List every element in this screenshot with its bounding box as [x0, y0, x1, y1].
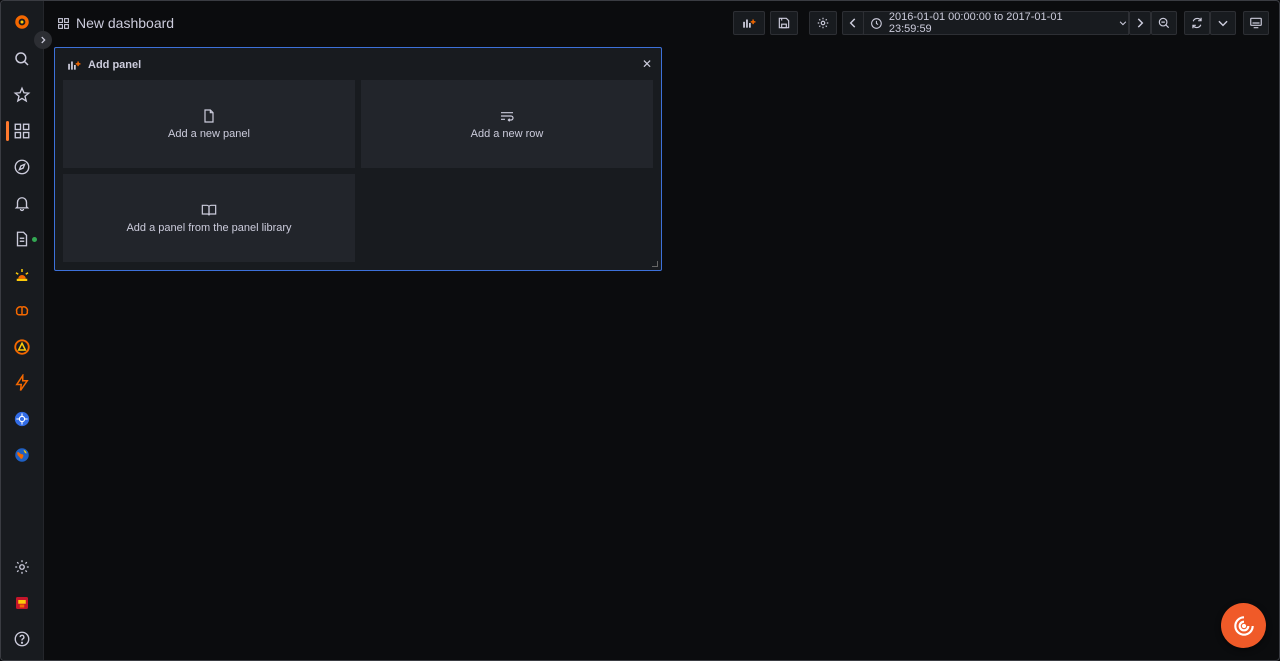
close-icon[interactable]: ✕	[641, 57, 653, 71]
grafana-spiral-icon	[1233, 615, 1254, 636]
refresh-button[interactable]	[1184, 11, 1210, 35]
resize-handle[interactable]	[652, 261, 658, 267]
chevron-left-icon	[849, 18, 856, 28]
globe-icon[interactable]	[9, 442, 35, 468]
dashboard-settings-button[interactable]	[809, 11, 837, 35]
star-icon[interactable]	[9, 82, 35, 108]
assistant-button[interactable]	[1221, 603, 1266, 648]
add-new-row-option[interactable]: Add a new row	[361, 80, 653, 168]
chevron-down-icon	[1218, 20, 1228, 27]
status-dot	[32, 237, 37, 242]
add-panel-button[interactable]	[733, 11, 765, 35]
app-window: New dashboard 2016-01-01 00:00:00 to 201…	[0, 0, 1280, 661]
save-icon	[778, 17, 790, 29]
sidebar	[1, 1, 44, 660]
apps-icon[interactable]	[9, 118, 35, 144]
add-new-panel-option[interactable]: Add a new panel	[63, 80, 355, 168]
add-panel-widget: Add panel ✕ Add a new panel Add a new ro…	[54, 47, 662, 271]
refresh-interval-dropdown[interactable]	[1210, 11, 1236, 35]
apps-icon	[58, 17, 69, 29]
avatar-icon[interactable]	[9, 590, 35, 616]
add-panel-header: Add panel	[65, 58, 141, 72]
zoom-out-button[interactable]	[1151, 11, 1177, 35]
option-label: Add a new panel	[168, 128, 250, 140]
chevron-right-icon	[1137, 18, 1144, 28]
clock-icon	[871, 17, 882, 29]
gear-icon[interactable]	[9, 554, 35, 580]
breadcrumb: New dashboard	[57, 13, 174, 33]
add-panel-icon	[743, 19, 756, 28]
row-icon	[501, 112, 514, 122]
zoom-out-icon	[1158, 17, 1170, 29]
add-panel-title: Add panel	[88, 59, 142, 71]
file-icon	[204, 109, 214, 123]
page-title[interactable]: New dashboard	[76, 15, 174, 31]
time-range-label: 2016-01-01 00:00:00 to 2017-01-01 23:59:…	[888, 11, 1063, 35]
oncall-icon[interactable]	[9, 334, 35, 360]
sync-icon	[1192, 17, 1202, 29]
kubernetes-icon[interactable]	[9, 406, 35, 432]
option-label: Add a panel from the panel library	[126, 222, 292, 234]
time-shift-forward-button[interactable]	[1129, 11, 1151, 35]
grafana-logo-icon[interactable]	[9, 9, 35, 35]
bolt-icon[interactable]	[9, 370, 35, 396]
search-icon[interactable]	[9, 46, 35, 72]
gear-icon	[817, 17, 829, 29]
question-circle-icon[interactable]	[9, 626, 35, 652]
monitor-icon	[1250, 17, 1262, 29]
save-dashboard-button[interactable]	[770, 11, 798, 35]
option-label: Add a new row	[470, 128, 544, 140]
time-range-picker[interactable]: 2016-01-01 00:00:00 to 2017-01-01 23:59:…	[863, 11, 1129, 35]
sidebar-expand-button[interactable]	[34, 31, 52, 49]
view-mode-button[interactable]	[1243, 11, 1269, 35]
siren-icon[interactable]	[9, 262, 35, 288]
add-panel-icon	[68, 61, 81, 70]
add-panel-from-library-option[interactable]: Add a panel from the panel library	[63, 174, 355, 262]
book-open-icon	[201, 204, 217, 216]
brain-icon[interactable]	[9, 298, 35, 324]
compass-icon[interactable]	[9, 154, 35, 180]
time-shift-back-button[interactable]	[842, 11, 864, 35]
chevron-down-icon	[1119, 21, 1127, 26]
bell-icon[interactable]	[9, 190, 35, 216]
